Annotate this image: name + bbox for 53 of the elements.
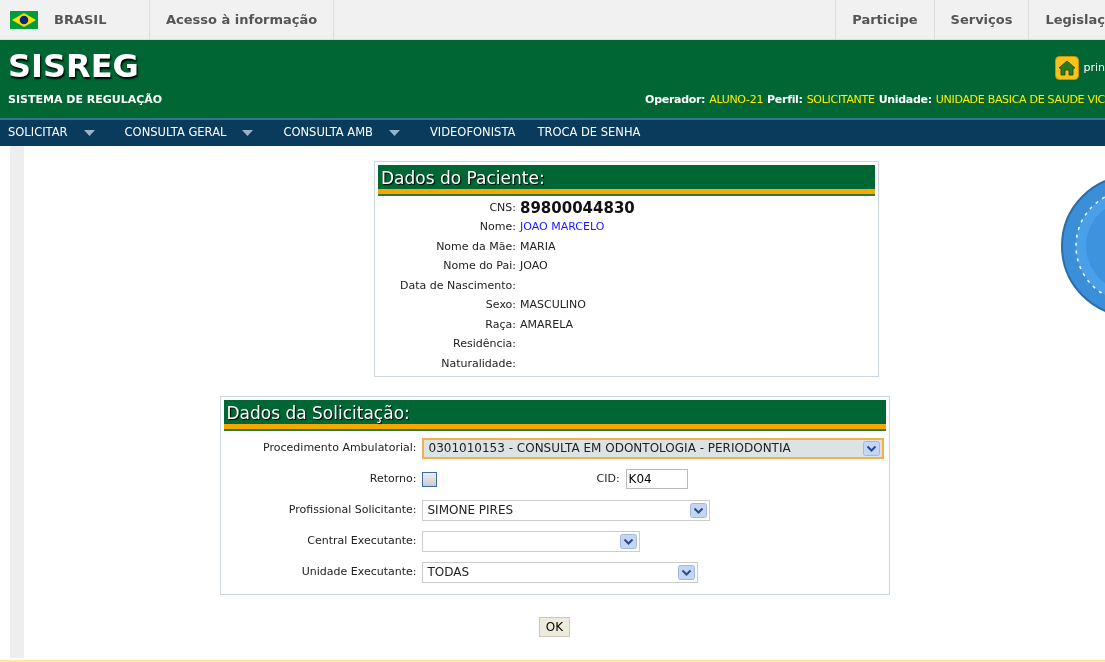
- session-label: Operador:: [645, 92, 706, 108]
- session-value: UNIDADE BASICA DE SAUDE VIC: [935, 92, 1105, 108]
- home-link[interactable]: prin: [1083, 59, 1105, 77]
- caret-icon: [83, 130, 95, 136]
- field-label: Naturalidade:: [440, 355, 517, 372]
- field-value: JOAO MARCELO: [520, 219, 605, 236]
- field-label: Nome do Pai:: [442, 258, 517, 275]
- session-value: ALUNO-21: [709, 92, 764, 108]
- field-label: Procedimento Ambulatorial:: [262, 439, 418, 456]
- session-label: Unidade:: [878, 92, 932, 108]
- field-value: MASCULINO: [520, 297, 586, 314]
- field-label: Raça:: [484, 316, 517, 333]
- field-label: CNS:: [488, 199, 517, 216]
- nav-menu-item[interactable]: CONSULTA GERAL: [116, 124, 276, 142]
- field-label: Residência:: [452, 336, 517, 353]
- field-label: Nome da Mãe:: [435, 238, 517, 255]
- site-title: SISREG: [7, 46, 139, 82]
- field-value: 89800044830: [520, 197, 635, 219]
- field-label: Data de Nascimento:: [399, 277, 517, 294]
- section-header: Dados do Paciente:: [378, 165, 875, 195]
- dropdown[interactable]: TODAS: [421, 561, 698, 583]
- site-subtitle: SISTEMA DE REGULAÇÃO: [7, 92, 163, 108]
- nav-menu-item[interactable]: SOLICITAR: [0, 124, 117, 142]
- field-label: Central Executante:: [306, 532, 418, 549]
- nav-menu-item[interactable]: VIDEOFONISTA: [422, 124, 530, 142]
- field-label: CID:: [596, 470, 620, 487]
- field-value: MARIA: [520, 238, 556, 255]
- dropdown[interactable]: 0301010153 - CONSULTA EM ODONTOLOGIA - PERIODONTIA: [421, 437, 884, 459]
- brand-name[interactable]: BRASIL: [54, 9, 107, 30]
- field-label: Unidade Executante:: [300, 563, 418, 580]
- ok-button[interactable]: OK: [538, 616, 571, 638]
- gov-link[interactable]: Legislaç: [1045, 9, 1105, 30]
- field-label: Nome:: [478, 219, 517, 236]
- section-header: Dados da Solicitação:: [223, 399, 886, 429]
- session-label: Perfil:: [767, 92, 803, 108]
- caret-icon: [242, 130, 254, 136]
- checkbox[interactable]: [421, 471, 437, 487]
- input-field[interactable]: K04: [625, 469, 688, 490]
- access-link[interactable]: Acesso à informação: [166, 9, 318, 30]
- flag-icon: [10, 10, 38, 29]
- field-label: Sexo:: [484, 297, 517, 314]
- dropdown[interactable]: SIMONE PIRES: [421, 499, 710, 521]
- field-value: AMARELA: [520, 316, 574, 333]
- home-icon[interactable]: [1055, 56, 1080, 80]
- caret-icon: [389, 130, 400, 136]
- nav-menu-item[interactable]: TROCA DE SENHA: [529, 124, 655, 142]
- gov-link[interactable]: Participe: [852, 9, 918, 30]
- session-value: SOLICITANTE: [806, 92, 875, 108]
- gov-link[interactable]: Serviços: [950, 9, 1013, 30]
- field-label: Retorno:: [368, 470, 418, 487]
- field-value: JOAO: [520, 258, 548, 275]
- nav-menu-item[interactable]: CONSULTA AMB: [275, 124, 422, 142]
- field-label: Profissional Solicitante:: [287, 501, 418, 518]
